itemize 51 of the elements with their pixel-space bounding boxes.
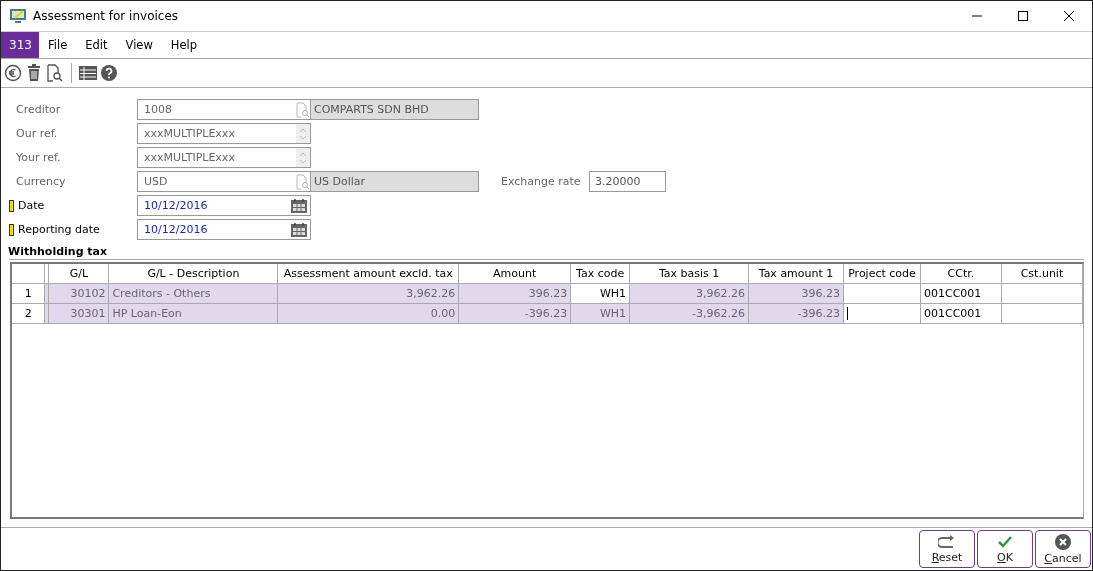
calendar-icon[interactable] <box>290 221 308 238</box>
field-label: Date <box>18 199 45 212</box>
name-field: COMPARTS SDN BHD <box>311 99 479 120</box>
field-label: Currency <box>15 175 66 188</box>
column-header[interactable]: Amount <box>458 264 571 284</box>
menu-item[interactable]: File <box>39 32 77 58</box>
column-header[interactable]: Tax basis 1 <box>629 264 749 284</box>
input-field[interactable]: 3.20000 <box>589 171 666 192</box>
field-label: Your ref. <box>15 151 61 164</box>
calendar-icon[interactable] <box>290 197 308 214</box>
row-number: 1 <box>12 283 45 304</box>
field-label: Reporting date <box>18 223 100 236</box>
column-header[interactable]: Tax code <box>570 264 630 284</box>
input-field[interactable]: xxxMULTIPLExxx <box>137 123 311 144</box>
close-icon[interactable] <box>1064 11 1074 21</box>
input-field[interactable]: 10/12/2016 <box>137 195 311 216</box>
ok-button[interactable]: OK <box>977 530 1033 568</box>
reset-button[interactable]: Reset <box>919 530 975 568</box>
field-label: Creditor <box>15 103 61 116</box>
input-field[interactable]: 1008 <box>137 99 311 120</box>
menu-item[interactable]: View <box>116 32 162 58</box>
document-search-icon[interactable] <box>46 64 64 82</box>
field-label: Exchange rate <box>501 175 582 188</box>
redo-icon <box>938 534 956 549</box>
column-header[interactable]: Tax amount 1 <box>748 264 844 284</box>
close-icon <box>1055 533 1071 550</box>
input-field[interactable]: 10/12/2016 <box>137 219 311 240</box>
checkmark-icon <box>998 534 1012 549</box>
column-header[interactable]: Assessment amount excld. tax <box>277 264 459 284</box>
row-number: 2 <box>12 303 45 324</box>
trash-icon[interactable] <box>26 64 42 82</box>
input-field[interactable]: USD <box>137 171 311 192</box>
input-field[interactable]: xxxMULTIPLExxx <box>137 147 311 168</box>
window-title: Assessment for invoices <box>33 9 179 23</box>
column-header[interactable]: Cst.unit <box>1001 264 1083 284</box>
list-icon[interactable] <box>79 65 97 81</box>
column-header[interactable]: Project code <box>843 264 921 284</box>
column-header[interactable]: CCtr. <box>920 264 1002 284</box>
maximize-icon[interactable] <box>1018 11 1028 21</box>
column-header[interactable]: G/L - Description <box>108 264 278 284</box>
menu-item[interactable]: Help <box>161 32 207 58</box>
help-icon[interactable] <box>101 65 117 81</box>
cancel-button[interactable]: Cancel <box>1035 530 1091 568</box>
euro-icon[interactable] <box>4 64 22 82</box>
name-field: US Dollar <box>311 171 479 192</box>
app-icon <box>9 8 27 24</box>
field-label: Our ref. <box>15 127 58 140</box>
column-header[interactable]: G/L <box>48 264 109 284</box>
module-badge: 313 <box>1 32 39 58</box>
section-title: Withholding tax <box>8 245 109 258</box>
menu-item[interactable]: Edit <box>76 32 117 58</box>
